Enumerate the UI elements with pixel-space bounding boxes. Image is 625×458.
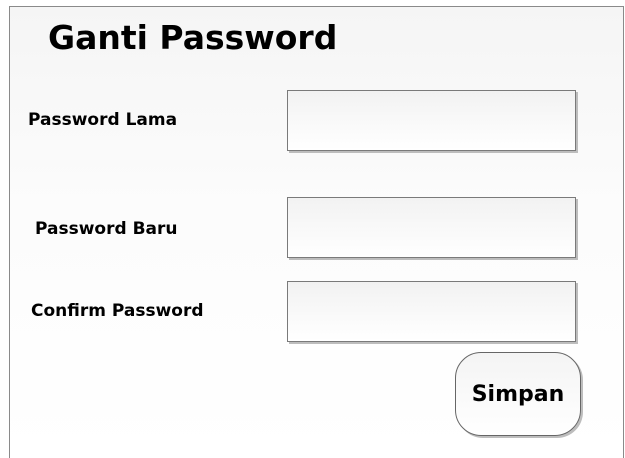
save-button[interactable]: Simpan xyxy=(455,352,581,436)
new-password-field[interactable] xyxy=(287,197,576,258)
new-password-label: Password Baru xyxy=(35,219,178,239)
old-password-label: Password Lama xyxy=(28,110,178,130)
page-title: Ganti Password xyxy=(48,18,338,57)
confirm-password-field[interactable] xyxy=(287,281,576,342)
old-password-field[interactable] xyxy=(287,90,576,151)
confirm-password-label: Confirm Password xyxy=(31,301,204,321)
